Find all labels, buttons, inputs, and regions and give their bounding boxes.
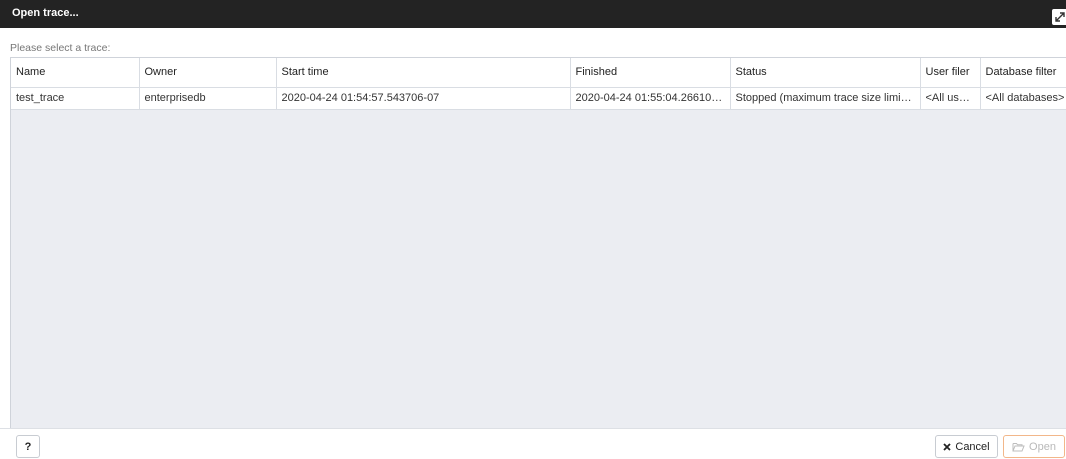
cell-status: Stopped (maximum trace size limit e... [730,87,921,110]
cell-owner: enterprisedb [139,87,277,110]
close-x-icon [943,442,952,451]
trace-grid[interactable]: Name Owner Start time Finished Status Us… [10,57,1066,428]
open-button[interactable]: Open [1003,435,1065,458]
cancel-button[interactable]: Cancel [935,435,998,458]
trace-table: Name Owner Start time Finished Status Us… [11,58,1066,110]
help-button[interactable]: ? [16,435,40,458]
cancel-button-label: Cancel [955,440,990,453]
dialog-title: Open trace... [12,7,79,19]
dialog-titlebar[interactable]: Open trace... [0,0,1066,28]
cell-database-filter: <All databases> [980,87,1066,110]
column-header-finished[interactable]: Finished [570,58,731,88]
open-trace-dialog: Open trace... Please select a trace: Nam… [0,0,1066,459]
folder-open-icon [1012,442,1025,452]
cell-name: test_trace [11,87,140,110]
column-header-database-filter[interactable]: Database filter [980,58,1066,88]
cell-start-time: 2020-04-24 01:54:57.543706-07 [276,87,571,110]
column-header-owner[interactable]: Owner [139,58,277,88]
column-header-user-filter[interactable]: User filer [920,58,981,88]
cell-finished: 2020-04-24 01:55:04.266105-07 [570,87,731,110]
column-header-status[interactable]: Status [730,58,921,88]
select-trace-prompt: Please select a trace: [10,42,111,54]
column-header-name[interactable]: Name [11,58,140,88]
cell-user-filter: <All users> [920,87,981,110]
open-button-label: Open [1029,440,1056,453]
dialog-footer: ? Cancel Open [0,428,1066,459]
column-header-start-time[interactable]: Start time [276,58,571,88]
table-header-row: Name Owner Start time Finished Status Us… [11,58,1066,88]
maximize-icon[interactable] [1052,9,1066,25]
help-button-label: ? [24,440,32,453]
table-row[interactable]: test_trace enterprisedb 2020-04-24 01:54… [11,87,1066,110]
